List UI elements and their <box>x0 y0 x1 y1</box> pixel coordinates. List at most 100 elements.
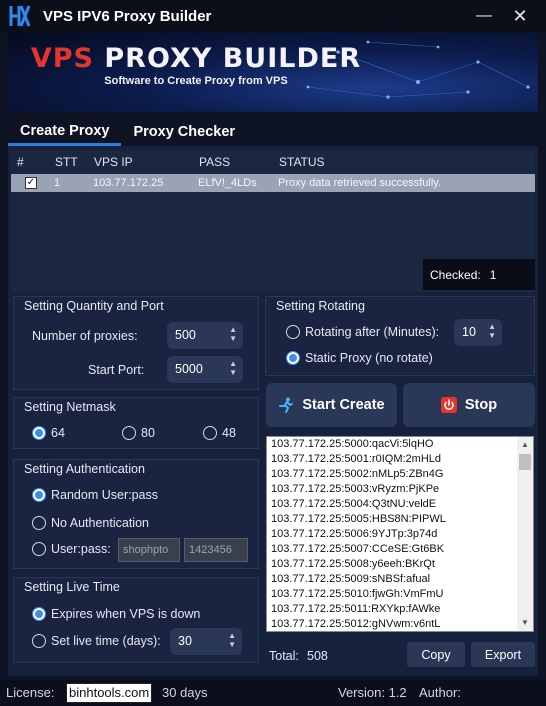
list-item[interactable]: 103.77.172.25:5004:Q3tNU:veldE <box>267 497 533 512</box>
banner-subtitle: Software to Create Proxy from VPS <box>104 75 288 87</box>
proxies-value: 500 <box>175 328 196 342</box>
list-item[interactable]: 103.77.172.25:5000:qacVi:5lqHO <box>267 437 533 452</box>
license-link[interactable]: binhtools.com <box>66 683 152 703</box>
proxies-label: Number of proxies: <box>32 329 138 343</box>
start-port-value: 5000 <box>175 362 203 376</box>
status-bar: License: binhtools.com 30 days Version: … <box>0 680 546 706</box>
checked-label: Checked: <box>430 267 481 282</box>
proxy-list[interactable]: 103.77.172.25:5000:qacVi:5lqHO 103.77.17… <box>266 436 534 632</box>
export-button[interactable]: Export <box>471 642 535 667</box>
list-item[interactable]: 103.77.172.25:5005:HBS8N:PIPWL <box>267 512 533 527</box>
row-ip: 103.77.172.25 <box>93 177 164 189</box>
col-stt: STT <box>55 155 78 169</box>
list-item[interactable]: 103.77.172.25:5011:RXYkp:fAWke <box>267 602 533 617</box>
list-item[interactable]: 103.77.172.25:5009:sNBSf:afual <box>267 572 533 587</box>
banner-title-vps: VPS <box>30 43 105 74</box>
table-header: # STT VPS IP PASS STATUS <box>11 155 535 171</box>
row-status: Proxy data retrieved successfully. <box>278 177 442 189</box>
live-days-stepper[interactable]: 30 ▲ ▼ <box>170 628 242 655</box>
proxies-stepper[interactable]: 500 ▲ ▼ <box>167 322 243 349</box>
list-item[interactable]: 103.77.172.25:5010:fjwGh:VmFmU <box>267 587 533 602</box>
group-authentication: Setting Authentication Random User:pass … <box>13 459 259 569</box>
password-input[interactable]: 1423456 <box>184 538 248 562</box>
scroll-up-icon[interactable]: ▲ <box>517 437 533 453</box>
random-userpass-label[interactable]: Random User:pass <box>51 488 158 502</box>
group-quantity-port: Setting Quantity and Port Number of prox… <box>13 296 259 390</box>
table-row[interactable]: ✓ 1 103.77.172.25 ELfV!_4LDs Proxy data … <box>11 174 535 192</box>
scroll-thumb[interactable] <box>519 454 531 470</box>
start-port-label: Start Port: <box>88 363 145 377</box>
userpass-label[interactable]: User:pass: <box>51 542 111 556</box>
userpass-radio[interactable] <box>32 542 46 556</box>
tab-bar: Create Proxy Proxy Checker <box>8 118 538 146</box>
list-item[interactable]: 103.77.172.25:5003:vRyzm:PjKPe <box>267 482 533 497</box>
scroll-down-icon[interactable]: ▼ <box>517 615 533 631</box>
start-create-label: Start Create <box>302 397 385 413</box>
close-button[interactable]: ✕ <box>506 4 534 28</box>
netmask-48-radio[interactable] <box>203 426 217 440</box>
netmask-64-label[interactable]: 64 <box>51 426 65 440</box>
group-live-time: Setting Live Time Expires when VPS is do… <box>13 577 259 663</box>
list-item[interactable]: 103.77.172.25:5006:9YJTp:3p74d <box>267 527 533 542</box>
static-proxy-radio[interactable] <box>286 351 300 365</box>
runner-icon <box>279 397 294 413</box>
expires-label[interactable]: Expires when VPS is down <box>51 607 200 621</box>
start-create-button[interactable]: Start Create <box>266 383 397 427</box>
total-label: Total: <box>269 649 299 663</box>
tab-proxy-checker[interactable]: Proxy Checker <box>121 118 247 146</box>
netmask-80-label[interactable]: 80 <box>141 426 155 440</box>
row-pass: ELfV!_4LDs <box>198 177 257 189</box>
banner-title-builder: PROXY BUILDER <box>104 43 362 74</box>
live-days-value: 30 <box>178 634 192 648</box>
static-proxy-label[interactable]: Static Proxy (no rotate) <box>305 351 433 365</box>
netmask-48-label[interactable]: 48 <box>222 426 236 440</box>
stepper-arrows-icon[interactable]: ▲ ▼ <box>488 322 496 340</box>
banner-title: VPS PROXY BUILDER <box>8 43 384 74</box>
rotating-minutes-stepper[interactable]: 10 ▲ ▼ <box>454 319 502 346</box>
group-title: Setting Quantity and Port <box>24 299 164 313</box>
netmask-80-radio[interactable] <box>122 426 136 440</box>
group-title: Setting Live Time <box>24 580 120 594</box>
checked-count: 1 <box>489 267 497 282</box>
list-item[interactable]: 103.77.172.25:5008:y6eeh:BKrQt <box>267 557 533 572</box>
copy-button[interactable]: Copy <box>407 642 465 667</box>
license-days: 30 days <box>162 685 208 700</box>
stepper-arrows-icon[interactable]: ▲ ▼ <box>229 325 237 343</box>
group-title: Setting Authentication <box>24 462 145 476</box>
set-live-time-label[interactable]: Set live time (days): <box>51 634 161 648</box>
checked-counter: Checked: 1 <box>423 259 535 290</box>
row-checkbox[interactable]: ✓ <box>25 177 37 189</box>
group-rotating: Setting Rotating Rotating after (Minutes… <box>265 296 535 376</box>
rotating-label[interactable]: Rotating after (Minutes): <box>305 325 439 339</box>
stepper-arrows-icon[interactable]: ▲ ▼ <box>229 359 237 377</box>
random-userpass-radio[interactable] <box>32 488 46 502</box>
total-value: 508 <box>307 649 328 663</box>
list-item[interactable]: 103.77.172.25:5012:gNVwm:v6ntL <box>267 617 533 631</box>
group-title: Setting Rotating <box>276 299 365 313</box>
col-vps-ip: VPS IP <box>94 155 133 169</box>
minimize-button[interactable]: — <box>470 4 498 28</box>
stepper-arrows-icon[interactable]: ▲ ▼ <box>228 631 236 649</box>
netmask-64-radio[interactable] <box>32 426 46 440</box>
stop-label: Stop <box>464 397 498 413</box>
list-scrollbar[interactable]: ▲ ▼ <box>517 437 533 631</box>
col-status: STATUS <box>279 155 325 169</box>
no-auth-radio[interactable] <box>32 516 46 530</box>
list-item[interactable]: 103.77.172.25:5007:CCeSE:Gt6BK <box>267 542 533 557</box>
app-window: VPS IPV6 Proxy Builder — ✕ VPS PROXY BUI… <box>0 0 546 706</box>
expires-radio[interactable] <box>32 607 46 621</box>
rotating-minutes-value: 10 <box>462 325 476 339</box>
username-input[interactable]: shophpto <box>118 538 180 562</box>
col-index: # <box>17 155 24 169</box>
stop-button[interactable]: Stop <box>403 383 535 427</box>
start-port-stepper[interactable]: 5000 ▲ ▼ <box>167 356 243 383</box>
list-item[interactable]: 103.77.172.25:5002:nMLp5:ZBn4G <box>267 467 533 482</box>
list-item[interactable]: 103.77.172.25:5001:r0IQM:2mHLd <box>267 452 533 467</box>
row-stt: 1 <box>54 177 61 189</box>
rotating-radio[interactable] <box>286 325 300 339</box>
tab-create-proxy[interactable]: Create Proxy <box>8 118 122 146</box>
group-title: Setting Netmask <box>24 400 116 414</box>
set-live-time-radio[interactable] <box>32 634 46 648</box>
title-bar: VPS IPV6 Proxy Builder — ✕ <box>0 0 546 32</box>
no-auth-label[interactable]: No Authentication <box>51 516 149 530</box>
